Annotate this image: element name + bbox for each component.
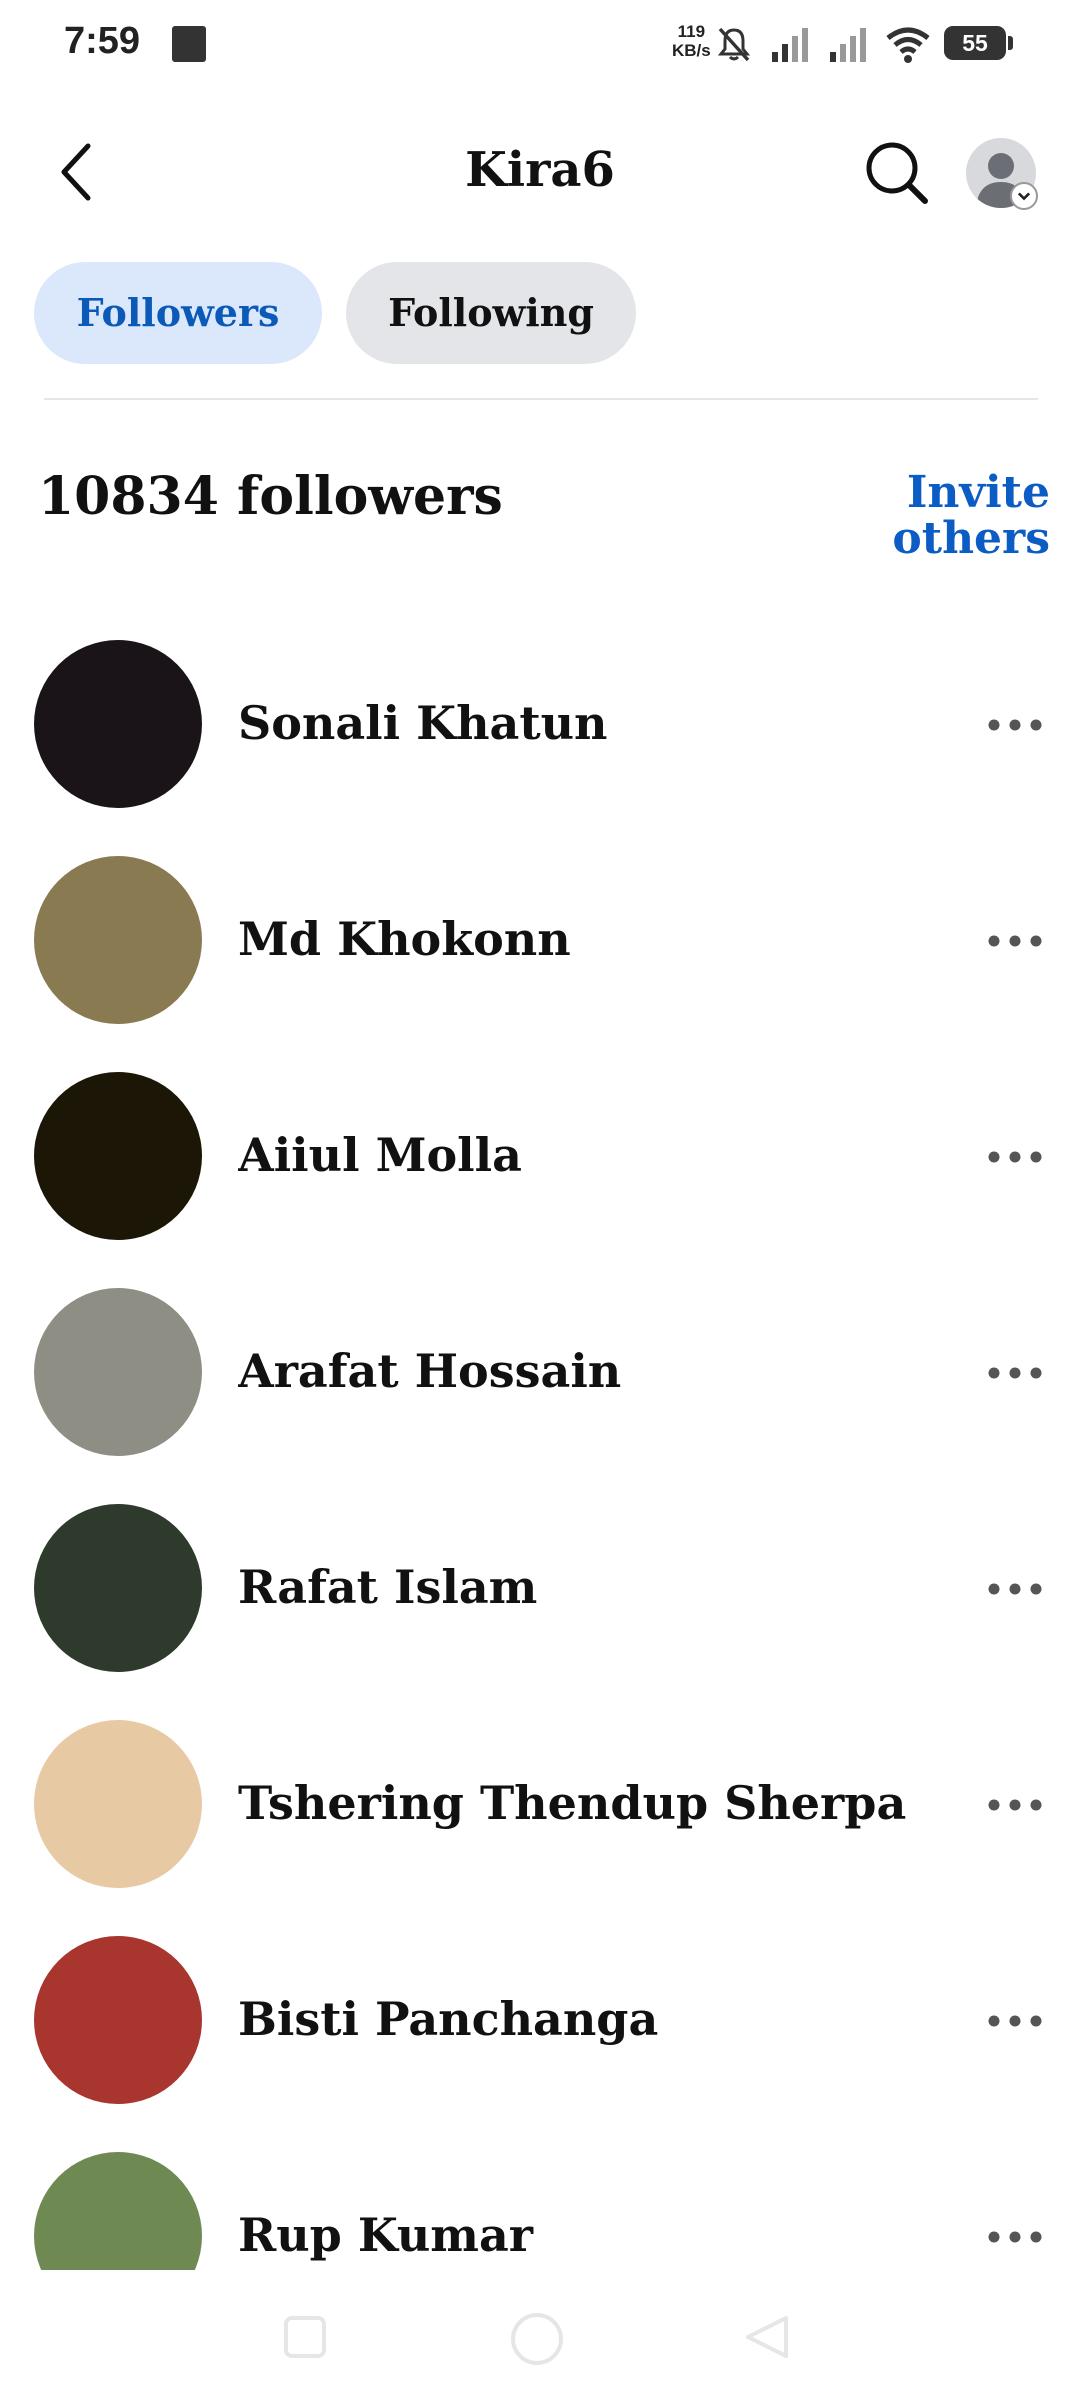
- more-options-icon[interactable]: [988, 2014, 1042, 2028]
- status-time: 7:59: [64, 20, 141, 62]
- avatar[interactable]: [34, 1288, 202, 1456]
- chevron-down-icon[interactable]: [1010, 182, 1038, 210]
- divider: [44, 398, 1038, 400]
- more-options-icon[interactable]: [988, 1366, 1042, 1380]
- signal-icon: [772, 28, 808, 62]
- signal-icon: [830, 28, 866, 62]
- list-item[interactable]: Sonali Khatun: [0, 640, 1080, 856]
- mute-icon: [717, 27, 751, 62]
- network-speed: 119 KB/s: [672, 22, 711, 60]
- status-bar: 7:59 119 KB/s 55: [0, 0, 1080, 90]
- list-item[interactable]: Arafat Hossain: [0, 1288, 1080, 1504]
- recent-apps-icon[interactable]: [282, 2314, 328, 2360]
- network-speed-unit: KB/s: [672, 41, 711, 60]
- wifi-icon: [886, 27, 930, 63]
- avatar[interactable]: [34, 1504, 202, 1672]
- invite-line-1: Invite: [906, 467, 1050, 518]
- follower-name[interactable]: Md Khokonn: [238, 912, 918, 966]
- back-arrow-icon[interactable]: [52, 140, 106, 204]
- followers-list: Sonali Khatun Md Khokonn Aiiul Molla Ara…: [0, 640, 1080, 2270]
- system-nav-bar: [0, 2270, 1080, 2400]
- follower-name[interactable]: Bisti Panchanga: [238, 1992, 918, 2046]
- more-options-icon[interactable]: [988, 1150, 1042, 1164]
- top-app-bar: Kira6: [0, 110, 1080, 230]
- avatar[interactable]: [34, 856, 202, 1024]
- avatar[interactable]: [34, 2152, 202, 2270]
- invite-line-2: others: [892, 513, 1050, 564]
- battery-tip: [1008, 36, 1013, 50]
- more-options-icon[interactable]: [988, 934, 1042, 948]
- notification-icon: [172, 26, 206, 62]
- battery-icon: 55: [944, 26, 1006, 60]
- list-item[interactable]: Rup Kumar: [0, 2152, 1080, 2270]
- follower-name[interactable]: Sonali Khatun: [238, 696, 918, 750]
- follower-name[interactable]: Rafat Islam: [238, 1560, 918, 1614]
- more-options-icon[interactable]: [988, 1582, 1042, 1596]
- network-speed-value: 119: [677, 22, 706, 41]
- follower-name[interactable]: Aiiul Molla: [238, 1128, 918, 1182]
- avatar[interactable]: [34, 1936, 202, 2104]
- list-item[interactable]: Bisti Panchanga: [0, 1936, 1080, 2152]
- more-options-icon[interactable]: [988, 2230, 1042, 2244]
- page-title: Kira6: [465, 142, 615, 198]
- home-icon[interactable]: [508, 2310, 566, 2368]
- more-options-icon[interactable]: [988, 1798, 1042, 1812]
- tab-following[interactable]: Following: [346, 262, 636, 364]
- follower-name[interactable]: Arafat Hossain: [238, 1344, 918, 1398]
- avatar[interactable]: [34, 1720, 202, 1888]
- invite-others-link[interactable]: Invite others: [860, 470, 1050, 562]
- search-icon[interactable]: [862, 138, 930, 206]
- avatar[interactable]: [34, 1072, 202, 1240]
- follower-name[interactable]: Rup Kumar: [238, 2208, 918, 2262]
- follower-name[interactable]: Tshering Thendup Sherpa: [238, 1776, 918, 1830]
- more-options-icon[interactable]: [988, 718, 1042, 732]
- followers-count: 10834 followers: [38, 466, 503, 527]
- list-item[interactable]: Md Khokonn: [0, 856, 1080, 1072]
- avatar[interactable]: [34, 640, 202, 808]
- tab-followers[interactable]: Followers: [34, 262, 322, 364]
- list-item[interactable]: Rafat Islam: [0, 1504, 1080, 1720]
- back-nav-icon[interactable]: [744, 2314, 790, 2360]
- list-item[interactable]: Tshering Thendup Sherpa: [0, 1720, 1080, 1936]
- list-item[interactable]: Aiiul Molla: [0, 1072, 1080, 1288]
